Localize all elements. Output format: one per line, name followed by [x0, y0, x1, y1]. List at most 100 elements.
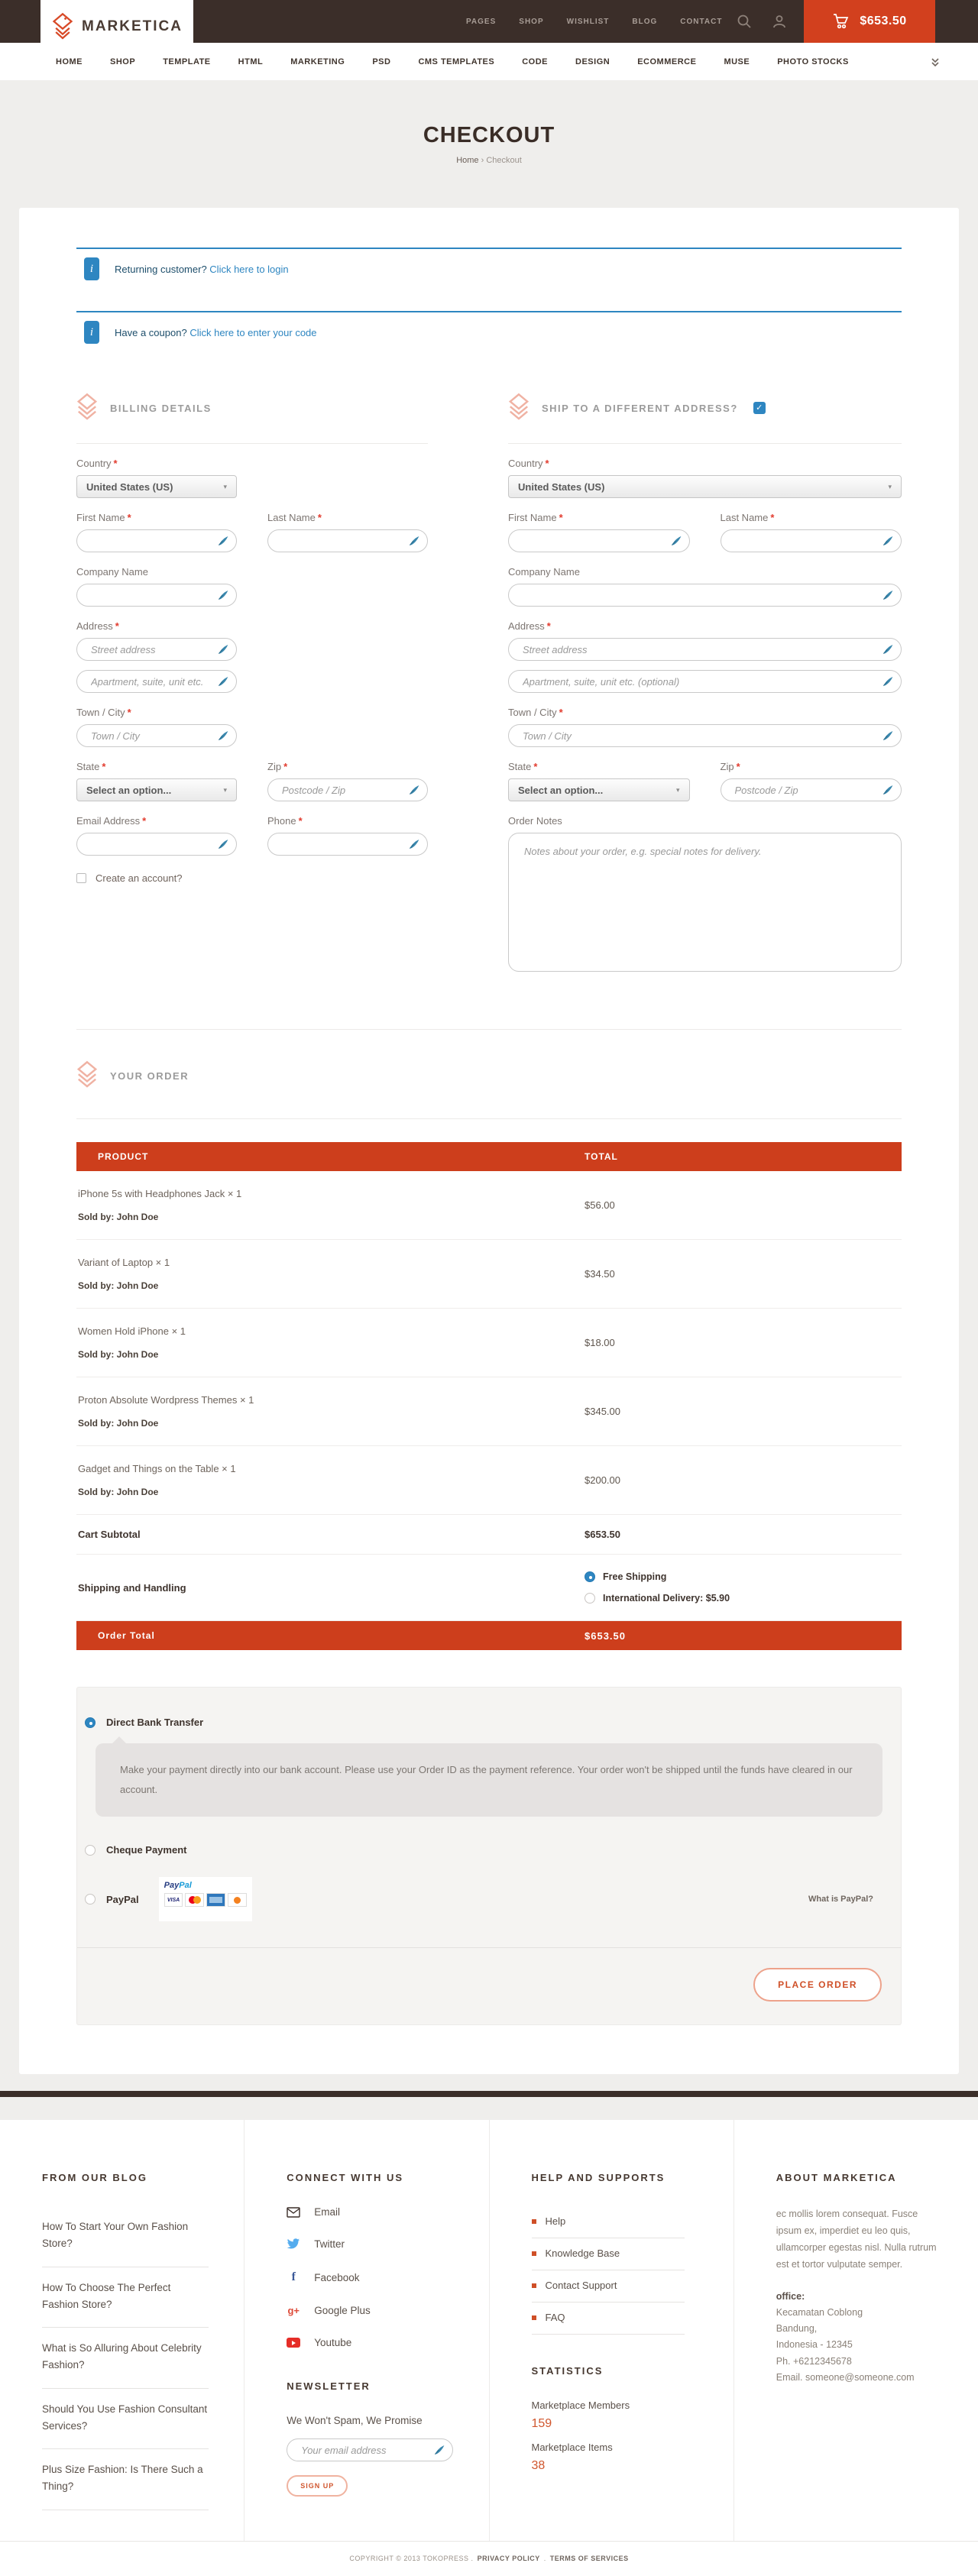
billing-apartment-input[interactable]	[76, 670, 237, 693]
layers-icon	[508, 393, 529, 423]
knowledge-base-link[interactable]: Knowledge Base	[532, 2238, 685, 2270]
breadcrumb-home-link[interactable]: Home	[456, 156, 478, 165]
footer-top-bar	[0, 2091, 978, 2097]
shipping-state-select[interactable]: Select an option... ▾	[508, 778, 690, 801]
checkout-card: i Returning customer? Click here to logi…	[19, 208, 959, 2074]
shipping-apartment-input[interactable]	[508, 670, 902, 693]
privacy-policy-link[interactable]: PRIVACY POLICY	[478, 2555, 540, 2562]
menu-item-photo-stocks[interactable]: PHOTO STOCKS	[777, 57, 849, 66]
order-notes-textarea[interactable]	[508, 833, 902, 972]
about-marketica-heading: ABOUT MARKETICA	[776, 2172, 947, 2183]
search-icon[interactable]	[737, 14, 752, 29]
office-label: office:	[776, 2289, 947, 2305]
top-nav-blog[interactable]: BLOG	[632, 18, 657, 26]
ship-different-address-checkbox[interactable]: ✓	[753, 402, 766, 414]
menu-item-marketing[interactable]: MARKETING	[290, 57, 345, 66]
blog-link[interactable]: What is So Alluring About Celebrity Fash…	[42, 2328, 209, 2389]
place-order-button[interactable]: PLACE ORDER	[753, 1968, 882, 2002]
blog-link[interactable]: Plus Size Fashion: Is There Such a Thing…	[42, 2449, 209, 2510]
statistics-heading: STATISTICS	[532, 2365, 703, 2377]
help-link[interactable]: Help	[532, 2206, 685, 2238]
top-nav-pages[interactable]: PAGES	[466, 18, 496, 26]
visa-card-icon: VISA	[164, 1893, 183, 1907]
billing-company-input[interactable]	[76, 584, 237, 607]
cheque-payment-radio[interactable]	[85, 1845, 96, 1856]
google-plus-social-link[interactable]: g+ Google Plus	[287, 2305, 458, 2316]
billing-town-input[interactable]	[76, 724, 237, 747]
bank-transfer-radio[interactable]	[85, 1717, 96, 1728]
free-shipping-radio[interactable]	[585, 1571, 595, 1582]
brand-logo[interactable]: MARKETICA	[40, 0, 193, 53]
order-total-label: Order Total	[76, 1630, 585, 1641]
terms-of-services-link[interactable]: TERMS OF SERVICES	[550, 2555, 629, 2562]
item-name: Women Hold iPhone × 1	[78, 1325, 585, 1337]
page-hero: CHECKOUT Home › Checkout	[0, 80, 978, 208]
billing-phone-input[interactable]	[267, 833, 428, 856]
divider	[76, 1118, 902, 1119]
menu-item-cms-templates[interactable]: CMS TEMPLATES	[418, 57, 494, 66]
top-nav-contact[interactable]: CONTACT	[680, 18, 722, 26]
shipping-country-select[interactable]: United States (US) ▾	[508, 475, 902, 498]
billing-last-name-input[interactable]	[267, 529, 428, 552]
billing-email-input[interactable]	[76, 833, 237, 856]
breadcrumb-current: Checkout	[486, 156, 521, 165]
twitter-social-link[interactable]: Twitter	[287, 2238, 458, 2250]
menu-more-chevron-icon[interactable]	[931, 57, 940, 66]
shipping-zip-label: Zip*	[721, 761, 902, 772]
cheque-payment-label: Cheque Payment	[106, 1844, 186, 1856]
shipping-company-input[interactable]	[508, 584, 902, 607]
faq-link[interactable]: FAQ	[532, 2303, 685, 2335]
billing-first-name-label: First Name*	[76, 512, 237, 523]
order-item-row: Gadget and Things on the Table × 1 Sold …	[76, 1446, 902, 1515]
cart-button[interactable]: $653.50	[804, 0, 935, 43]
shipping-town-input[interactable]	[508, 724, 902, 747]
create-account-checkbox[interactable]	[76, 873, 86, 883]
menu-item-shop[interactable]: SHOP	[110, 57, 135, 66]
billing-state-select[interactable]: Select an option... ▾	[76, 778, 237, 801]
shipping-first-name-input[interactable]	[508, 529, 690, 552]
youtube-icon	[287, 2338, 300, 2348]
user-account-icon[interactable]	[772, 14, 787, 29]
pen-icon	[217, 535, 229, 547]
paypal-logo: PayPal	[164, 1881, 247, 1890]
top-nav-wishlist[interactable]: WISHLIST	[567, 18, 610, 26]
menu-item-home[interactable]: HOME	[56, 57, 83, 66]
coupon-link[interactable]: Click here to enter your code	[189, 327, 316, 338]
billing-zip-input[interactable]	[267, 778, 428, 801]
menu-item-code[interactable]: CODE	[522, 57, 548, 66]
billing-street-input[interactable]	[76, 638, 237, 661]
footer-help-column: HELP AND SUPPORTS Help Knowledge Base Co…	[489, 2120, 734, 2541]
menu-item-design[interactable]: DESIGN	[575, 57, 610, 66]
contact-support-link[interactable]: Contact Support	[532, 2270, 685, 2303]
shipping-zip-input[interactable]	[721, 778, 902, 801]
email-social-link[interactable]: Email	[287, 2206, 458, 2218]
menu-item-ecommerce[interactable]: ECOMMERCE	[637, 57, 696, 66]
shipping-handling-label: Shipping and Handling	[76, 1582, 585, 1594]
blog-link[interactable]: How To Choose The Perfect Fashion Store?	[42, 2267, 209, 2328]
international-delivery-radio[interactable]	[585, 1593, 595, 1604]
login-link[interactable]: Click here to login	[209, 264, 288, 275]
newsletter-email-input[interactable]	[287, 2438, 453, 2461]
blog-link[interactable]: How To Start Your Own Fashion Store?	[42, 2206, 209, 2267]
billing-country-select[interactable]: United States (US) ▾	[76, 475, 237, 498]
what-is-paypal-link[interactable]: What is PayPal?	[808, 1895, 893, 1904]
signup-button[interactable]: SIGN UP	[287, 2475, 348, 2497]
pen-icon	[217, 675, 229, 688]
order-notes-label: Order Notes	[508, 815, 902, 827]
square-bullet-icon	[532, 2219, 536, 2224]
shipping-last-name-input[interactable]	[721, 529, 902, 552]
youtube-social-link[interactable]: Youtube	[287, 2337, 458, 2348]
facebook-social-link[interactable]: f Facebook	[287, 2270, 458, 2284]
billing-first-name-input[interactable]	[76, 529, 237, 552]
menu-item-html[interactable]: HTML	[238, 57, 264, 66]
shipping-street-input[interactable]	[508, 638, 902, 661]
copyright-bar: COPYRIGHT © 2013 TOKOPRESS . PRIVACY POL…	[0, 2541, 978, 2576]
menu-item-muse[interactable]: MUSE	[724, 57, 750, 66]
blog-link[interactable]: Should You Use Fashion Consultant Servic…	[42, 2389, 209, 2450]
paypal-radio[interactable]	[85, 1894, 96, 1904]
menu-item-psd[interactable]: PSD	[372, 57, 390, 66]
cart-icon	[832, 13, 850, 30]
menu-item-template[interactable]: TEMPLATE	[163, 57, 210, 66]
top-nav-shop[interactable]: SHOP	[519, 18, 543, 26]
pen-icon	[882, 730, 894, 742]
